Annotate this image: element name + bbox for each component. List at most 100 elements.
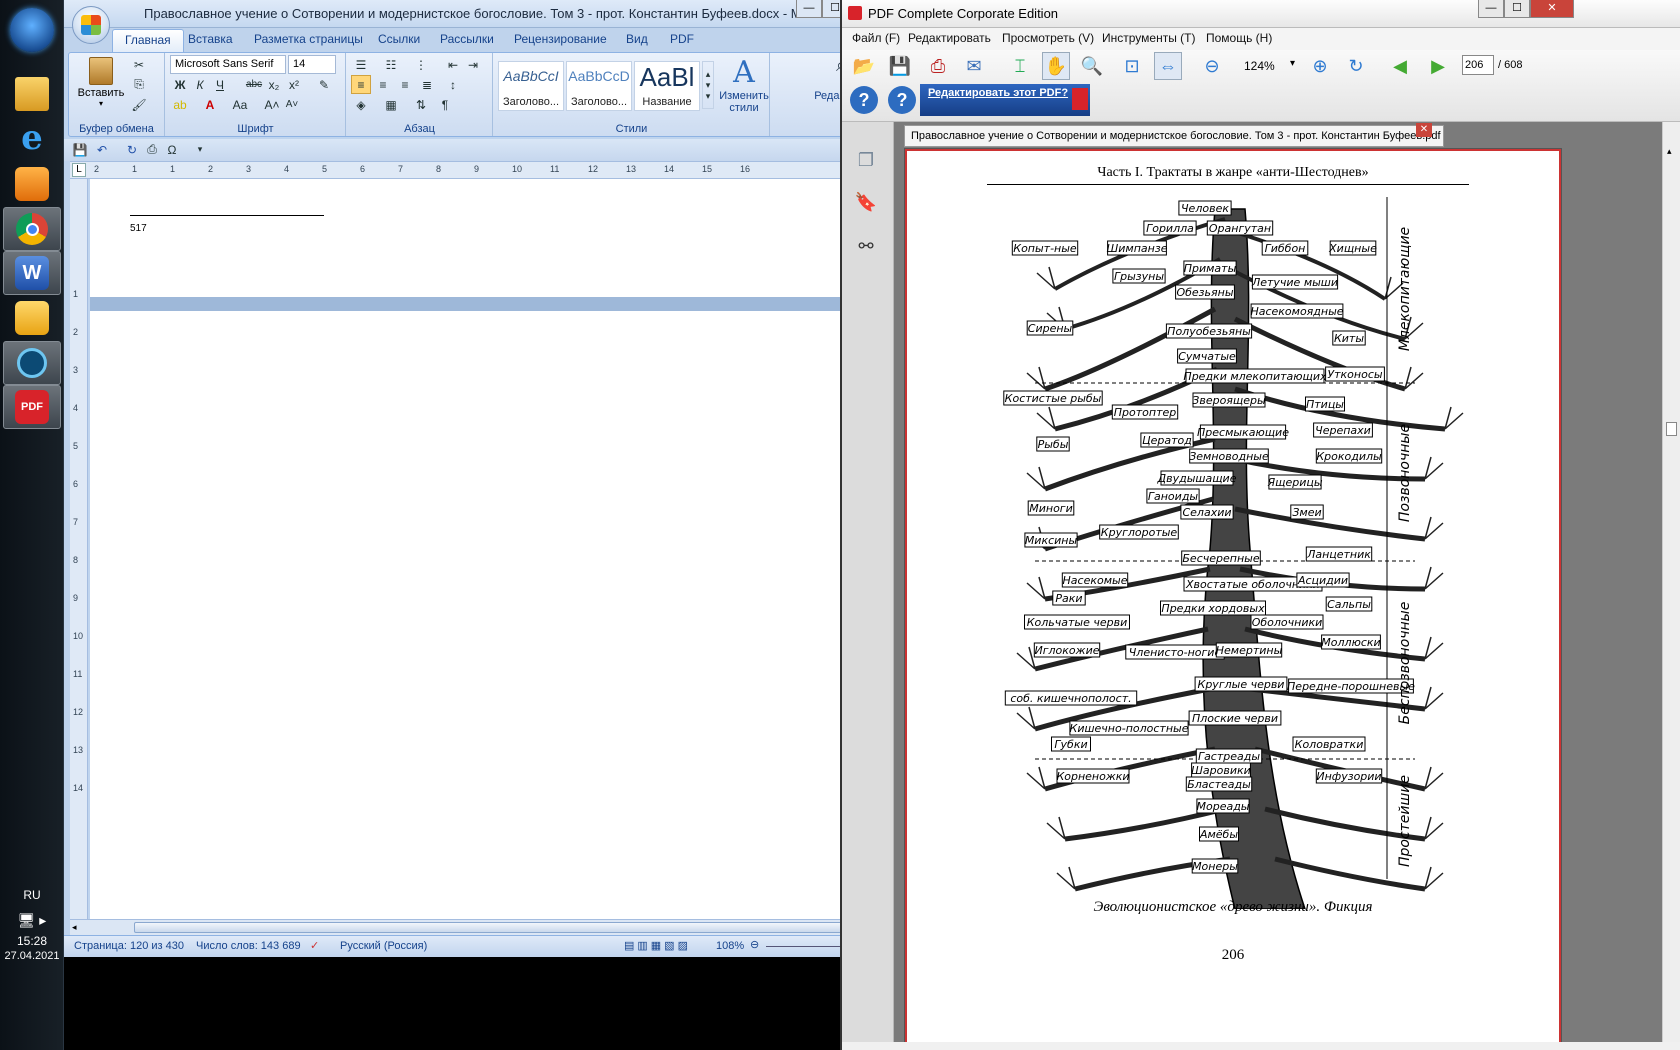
status-language[interactable]: Русский (Россия): [340, 940, 427, 952]
qat-customize-icon[interactable]: ▾: [190, 140, 210, 159]
decrease-indent-icon[interactable]: ⇤: [443, 55, 463, 74]
subscript-icon[interactable]: x₂: [264, 75, 284, 94]
justify-icon[interactable]: ≣: [417, 75, 437, 94]
styles-scroll-icon[interactable]: ▴ ▾ ▾: [702, 61, 714, 109]
vscroll-thumb[interactable]: [1666, 422, 1677, 436]
save-icon[interactable]: 💾: [70, 140, 90, 159]
taskbar-kaspersky-button[interactable]: [3, 341, 61, 385]
open-folder-icon[interactable]: 📂: [850, 52, 878, 80]
strikethrough-icon[interactable]: abc: [244, 75, 264, 94]
multilevel-list-icon[interactable]: ⋮: [411, 55, 431, 74]
font-name-combo[interactable]: Microsoft Sans Serif: [170, 55, 286, 74]
change-case-icon[interactable]: Aa: [230, 95, 250, 114]
zoom-tool-icon[interactable]: 🔍: [1078, 52, 1106, 80]
copy-icon[interactable]: ⎘: [129, 75, 149, 94]
language-indicator[interactable]: RU: [0, 888, 64, 902]
pdf-maximize-button[interactable]: ☐: [1504, 0, 1530, 18]
next-page-icon[interactable]: ▶: [1424, 52, 1452, 80]
taskbar-outlook-button[interactable]: [3, 296, 61, 340]
pdf-zoom-value[interactable]: 124%: [1244, 59, 1275, 73]
pdf-document-tab[interactable]: Православное учение о Сотворении и модер…: [904, 125, 1444, 147]
horizontal-ruler[interactable]: L 2 1 1 2 3 4 5 6 7 8 9 10 11 12 13 14 15 16: [70, 161, 900, 179]
online-help-icon[interactable]: ?: [888, 86, 916, 114]
network-icon[interactable]: 🖥 ▸: [0, 912, 64, 929]
zoom-out-icon[interactable]: ⊖: [1198, 52, 1226, 80]
paste-button[interactable]: Вставить ▾: [77, 55, 125, 115]
format-painter-icon[interactable]: 🖌: [129, 95, 149, 114]
pdf-viewport[interactable]: Православное учение о Сотворении и модер…: [894, 122, 1680, 1042]
previous-page[interactable]: 517: [90, 179, 900, 297]
current-page[interactable]: [90, 311, 900, 919]
redo-icon[interactable]: ↻: [122, 140, 142, 159]
show-marks-icon[interactable]: ¶: [435, 95, 455, 114]
view-buttons[interactable]: ▤▥▦▧▨: [624, 939, 691, 952]
align-left-icon[interactable]: ≡: [351, 75, 371, 94]
align-right-icon[interactable]: ≡: [395, 75, 415, 94]
cut-icon[interactable]: ✂: [129, 55, 149, 74]
tab-review[interactable]: Рецензирование: [514, 32, 607, 46]
borders-icon[interactable]: ▦: [381, 95, 401, 114]
tab-home[interactable]: Главная: [112, 29, 184, 52]
highlight-icon[interactable]: ab: [170, 95, 190, 114]
pdf-vertical-scrollbar[interactable]: ▴: [1662, 122, 1680, 1042]
shading-icon[interactable]: ◈: [351, 95, 371, 114]
tab-pdf[interactable]: PDF: [670, 32, 694, 46]
word-minimize-button[interactable]: —: [796, 0, 822, 18]
pdf-tab-close-button[interactable]: ✕: [1416, 123, 1432, 137]
tab-page-layout[interactable]: Разметка страницы: [254, 32, 363, 46]
help-icon[interactable]: ?: [850, 86, 878, 114]
zoom-out-icon[interactable]: ⊖: [750, 938, 759, 951]
pages-panel-icon[interactable]: ❐: [852, 146, 880, 174]
scroll-up-icon[interactable]: ▴: [1667, 146, 1672, 157]
horizontal-scrollbar[interactable]: ◂: [70, 919, 900, 935]
zoom-in-icon[interactable]: ⊕: [1306, 52, 1334, 80]
change-styles-button[interactable]: A Изменить стили: [718, 55, 770, 114]
line-spacing-icon[interactable]: ↕: [443, 75, 463, 94]
status-words[interactable]: Число слов: 143 689: [196, 940, 301, 952]
previous-page-icon[interactable]: ◀: [1386, 52, 1414, 80]
page-number-input[interactable]: [1462, 55, 1494, 75]
bullets-icon[interactable]: ☰: [351, 55, 371, 74]
save-icon[interactable]: 💾: [886, 52, 914, 80]
taskbar-pdf-button[interactable]: PDF: [3, 385, 61, 429]
increase-indent-icon[interactable]: ⇥: [463, 55, 483, 74]
font-size-combo[interactable]: 14: [288, 55, 336, 74]
sort-icon[interactable]: ⇅: [411, 95, 431, 114]
status-page[interactable]: Страница: 120 из 430: [74, 940, 184, 952]
start-button[interactable]: [10, 8, 54, 52]
hand-tool-icon[interactable]: ✋: [1042, 52, 1070, 80]
clear-format-icon[interactable]: ✎: [314, 75, 334, 94]
style-heading1[interactable]: AaBbCcI Заголово...: [498, 61, 564, 111]
tab-selector-icon[interactable]: L: [72, 163, 86, 177]
zoom-dropdown-icon[interactable]: ▾: [1290, 58, 1295, 69]
pdf-page[interactable]: Часть I. Трактаты в жанре «анти-Шестодне…: [904, 148, 1562, 1042]
rotate-icon[interactable]: ↻: [1342, 52, 1370, 80]
tab-insert[interactable]: Вставка: [188, 32, 233, 46]
undo-icon[interactable]: ↶: [92, 140, 112, 159]
select-text-icon[interactable]: ⌶: [1006, 52, 1034, 80]
zoom-level[interactable]: 108%: [716, 940, 744, 952]
style-heading2[interactable]: AaBbCcD Заголово...: [566, 61, 632, 111]
superscript-icon[interactable]: x²: [284, 75, 304, 94]
email-icon[interactable]: ✉: [960, 52, 988, 80]
print-icon[interactable]: ⎙: [924, 52, 952, 80]
bookmarks-panel-icon[interactable]: 🔖: [852, 188, 880, 216]
underline-icon[interactable]: Ч: [210, 75, 230, 94]
vertical-ruler[interactable]: 1 2 3 4 5 6 7 8 9 10 11 12 13 14: [70, 179, 88, 919]
menu-help[interactable]: Помощь (H): [1206, 31, 1272, 45]
taskbar-media-button[interactable]: [3, 162, 61, 206]
office-button[interactable]: [72, 6, 110, 44]
taskbar-ie-button[interactable]: e: [3, 116, 61, 160]
tab-mailings[interactable]: Рассылки: [440, 32, 494, 46]
document-area[interactable]: 517: [90, 179, 900, 919]
menu-tools[interactable]: Инструменты (T): [1102, 31, 1195, 45]
fit-width-icon[interactable]: ⇔: [1154, 52, 1182, 80]
menu-edit[interactable]: Редактировать: [908, 31, 991, 45]
style-title[interactable]: AaBl Название: [634, 61, 700, 111]
spellcheck-icon[interactable]: ✓: [310, 939, 319, 952]
clock-date[interactable]: 27.04.2021: [0, 950, 64, 962]
shrink-font-icon[interactable]: A˅: [282, 95, 302, 114]
edit-pdf-banner[interactable]: Редактировать этот PDF?: [920, 84, 1090, 116]
taskbar-chrome-button[interactable]: [3, 207, 61, 251]
numbering-icon[interactable]: ☷: [381, 55, 401, 74]
